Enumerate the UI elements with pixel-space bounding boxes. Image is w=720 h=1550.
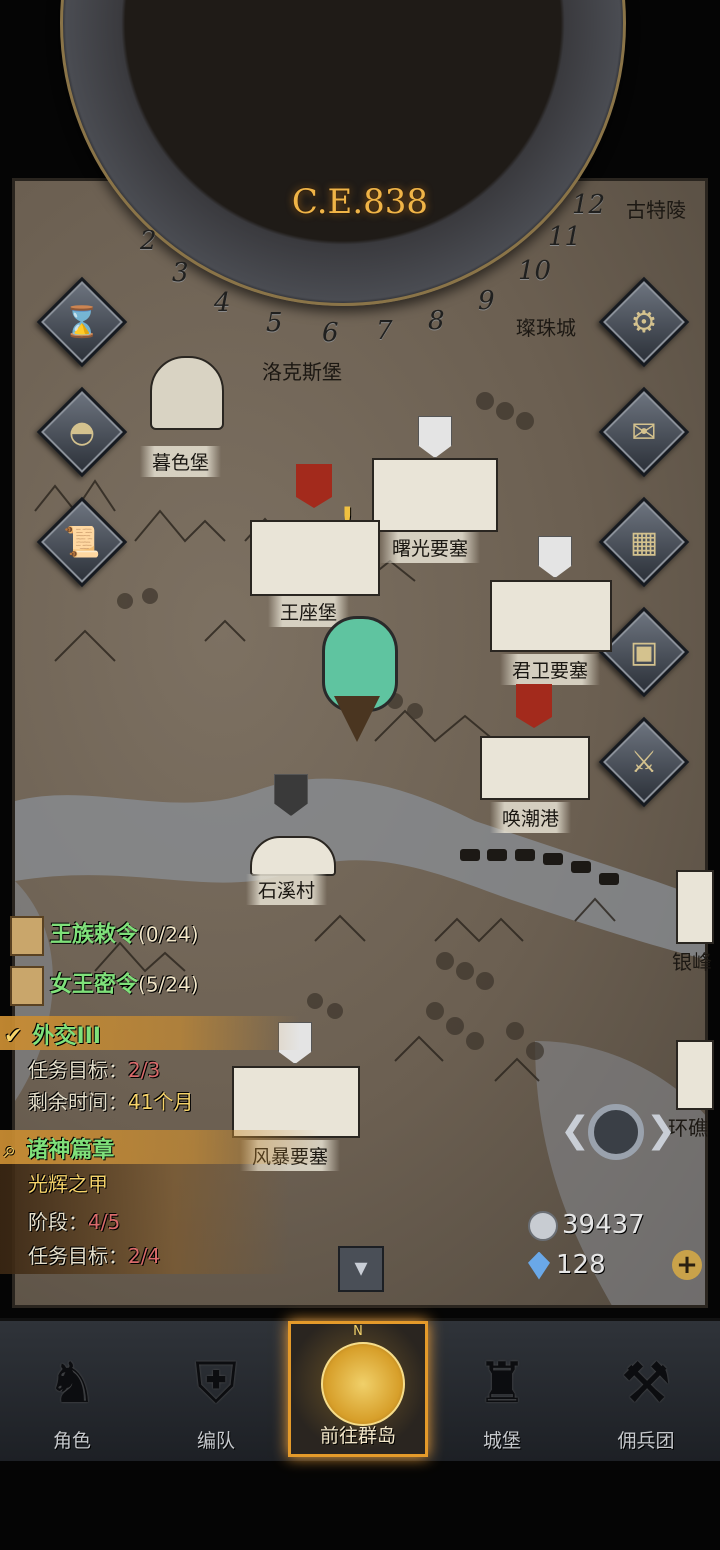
bottom-nav: ♞ 角色 ⛨ 编队 N 前往群岛 ♜ 城堡 ⚒ 佣兵团 bbox=[0, 1318, 720, 1461]
hourglass-icon: ⌛ bbox=[63, 304, 101, 340]
town-tidecall-port[interactable] bbox=[480, 736, 590, 800]
arrow-left-icon: ❮ bbox=[560, 1110, 591, 1151]
quest-title: 王族敕令 bbox=[50, 922, 139, 948]
dial-month: 8 bbox=[428, 306, 445, 336]
map-edge-label: 银峰 bbox=[672, 950, 712, 974]
nav-character[interactable]: ♞ 角色 bbox=[2, 1331, 142, 1459]
collapse-button[interactable]: ▾ bbox=[338, 1246, 384, 1292]
center-locate-button[interactable]: ❮ ❯ bbox=[560, 1100, 676, 1172]
quest-title: 女王密令 bbox=[50, 972, 139, 998]
stage-label: 阶段： bbox=[28, 1210, 88, 1234]
silver-amount: 39437 bbox=[562, 1210, 645, 1240]
marker-pin bbox=[334, 696, 380, 742]
scroll-icon bbox=[10, 916, 44, 956]
target-value: 2/3 bbox=[128, 1058, 161, 1082]
silver-resource: 39437 bbox=[528, 1210, 645, 1241]
quest-progress: (5/24) bbox=[138, 972, 199, 997]
add-crystal-button[interactable]: + bbox=[672, 1250, 702, 1280]
dial-month: 7 bbox=[376, 316, 393, 346]
time-label: 剩余时间： bbox=[28, 1090, 128, 1114]
stage-value: 4/5 bbox=[88, 1210, 121, 1234]
dial-month: 11 bbox=[548, 222, 582, 252]
crystal-icon bbox=[528, 1251, 550, 1280]
town-label: 君卫要塞 bbox=[500, 654, 601, 685]
town-throne-castle[interactable] bbox=[250, 520, 380, 596]
supplies-icon: ▣ bbox=[629, 634, 659, 670]
quest-progress: (0/24) bbox=[138, 922, 199, 947]
quest-title: 诸神篇章 bbox=[26, 1138, 115, 1163]
town-dawn-fortress[interactable] bbox=[372, 458, 498, 532]
dial-month: 4 bbox=[214, 288, 231, 318]
target-icon bbox=[588, 1104, 644, 1160]
nav-label: 前往群岛 bbox=[319, 1425, 396, 1447]
town-guard-fortress[interactable] bbox=[490, 580, 612, 652]
helmet-icon: ⛨ bbox=[195, 1351, 237, 1416]
nav-label: 角色 bbox=[52, 1430, 91, 1452]
map-edge-label: 璨珠城 bbox=[516, 316, 576, 340]
mail-icon: ✉ bbox=[631, 414, 657, 450]
gods-quest[interactable]: ⌕ 诸神篇章 bbox=[4, 1132, 114, 1164]
nav-castle[interactable]: ♜ 城堡 bbox=[432, 1331, 572, 1459]
search-icon: ⌕ bbox=[4, 1138, 17, 1163]
mercenary-icon: ⚒ bbox=[620, 1351, 672, 1416]
scroll-icon: 📜 bbox=[63, 524, 101, 560]
dial-month: 5 bbox=[266, 308, 283, 338]
gods-subtitle: 光辉之甲 bbox=[28, 1172, 108, 1196]
town-label: 石溪村 bbox=[246, 874, 328, 905]
compass-icon bbox=[321, 1342, 405, 1426]
town-storm-fortress[interactable] bbox=[232, 1066, 360, 1138]
castle-icon: ♜ bbox=[476, 1351, 528, 1416]
dial-month: 10 bbox=[518, 256, 552, 286]
town-twilight-castle[interactable] bbox=[130, 346, 240, 446]
crystal-amount: 128 bbox=[556, 1250, 606, 1280]
gear-icon: ⚙ bbox=[630, 304, 658, 340]
notice-board-icon: ▦ bbox=[629, 524, 659, 560]
nav-label: 佣兵团 bbox=[617, 1430, 675, 1452]
player-helmet-marker[interactable] bbox=[322, 616, 398, 746]
compass-north-label: N bbox=[353, 1324, 363, 1339]
nav-go-to-islands[interactable]: N 前往群岛 bbox=[288, 1321, 428, 1457]
arrow-right-icon: ❯ bbox=[646, 1110, 677, 1151]
dial-month: 9 bbox=[478, 286, 495, 316]
diplomacy-target: 任务目标：2/3 bbox=[28, 1054, 160, 1083]
knight-icon: ♞ bbox=[46, 1351, 98, 1416]
quest-title: 外交III bbox=[32, 1024, 101, 1049]
town-stonebrook-village[interactable] bbox=[250, 836, 336, 876]
crystal-resource: 128 bbox=[528, 1250, 606, 1280]
chevron-down-icon: ▾ bbox=[354, 1253, 368, 1283]
dial-month: 12 bbox=[572, 190, 606, 220]
nav-mercenary[interactable]: ⚒ 佣兵团 bbox=[576, 1331, 716, 1459]
money-bag-icon: ◓ bbox=[68, 414, 96, 450]
queen-secret-quest[interactable]: 女王密令(5/24) bbox=[10, 966, 199, 1006]
plus-icon: + bbox=[676, 1250, 698, 1280]
map-edge-label: 古特陵 bbox=[626, 198, 686, 222]
dial-month: 3 bbox=[172, 258, 189, 288]
target-label: 任务目标： bbox=[28, 1058, 128, 1082]
town-silver-peak[interactable] bbox=[676, 870, 714, 944]
dial-month: 6 bbox=[322, 318, 339, 348]
dial-month: 2 bbox=[140, 226, 157, 256]
gods-stage: 阶段：4/5 bbox=[28, 1206, 120, 1235]
soldier-icon: ⚔ bbox=[630, 744, 658, 780]
time-value: 41个月 bbox=[128, 1090, 194, 1114]
target-value: 2/4 bbox=[128, 1244, 161, 1268]
diplomacy-time: 剩余时间：41个月 bbox=[28, 1086, 193, 1115]
town-label: 暮色堡 bbox=[140, 446, 222, 477]
silver-coin-icon bbox=[528, 1210, 558, 1241]
town-label: 唤潮港 bbox=[490, 802, 572, 833]
nav-label: 编队 bbox=[196, 1430, 235, 1452]
gods-target: 任务目标：2/4 bbox=[28, 1240, 160, 1269]
town-label: 曙光要塞 bbox=[380, 532, 481, 563]
era-year: C.E.838 bbox=[291, 182, 429, 222]
check-icon: ✔ bbox=[4, 1024, 23, 1049]
target-label: 任务目标： bbox=[28, 1244, 128, 1268]
lock-icon bbox=[150, 356, 224, 430]
royal-decree-quest[interactable]: 王族敕令(0/24) bbox=[10, 916, 199, 956]
map-edge-label: 洛克斯堡 bbox=[262, 360, 342, 384]
nav-label: 城堡 bbox=[482, 1430, 521, 1452]
scroll-icon bbox=[10, 966, 44, 1006]
town-atoll[interactable] bbox=[676, 1040, 714, 1110]
diplomacy-quest[interactable]: ✔ 外交III bbox=[4, 1018, 101, 1050]
nav-formation[interactable]: ⛨ 编队 bbox=[146, 1331, 286, 1459]
